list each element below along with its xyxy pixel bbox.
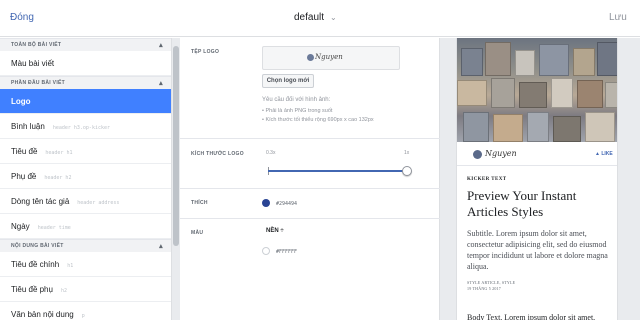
sidebar-item-label: Phụ đề: [11, 172, 37, 181]
sidebar-item-label: Màu bài viết: [11, 59, 55, 68]
sidebar-item-logo[interactable]: Logo: [0, 89, 171, 114]
preview-logo-bar: Nguyen ▲ LIKE: [457, 142, 617, 166]
sidebar-item-subheading[interactable]: Tiêu đề phụ h2: [0, 277, 171, 302]
sidebar: TOÀN BỘ BÀI VIẾT ▴ Màu bài viết PHẦN ĐẦU…: [0, 38, 172, 320]
preview-title: Preview Your Instant Articles Styles: [467, 188, 577, 219]
chevron-up-icon: ▴: [159, 80, 163, 87]
tint-label: THÍCH: [191, 200, 208, 206]
sidebar-item-selector: h1: [67, 263, 74, 269]
sidebar-item-date[interactable]: Ngày header time: [0, 214, 171, 239]
logo-file-label: TỆP LOGO: [191, 49, 220, 55]
color-label: MÀU: [191, 230, 204, 236]
logo-size-label: KÍCH THƯỚC LOGO: [191, 151, 244, 157]
requirements-list: Phải là ảnh PNG trong suốt Kích thước tố…: [262, 108, 374, 126]
preview-date: 19 THÁNG 5 2017: [467, 286, 501, 291]
chevron-down-icon: ⌄: [330, 13, 337, 22]
tint-color-value[interactable]: #294494: [276, 201, 297, 207]
logo-signature: Nguyen: [315, 53, 343, 61]
preview-subtitle: Subtitle. Lorem ipsum dolor sit amet, co…: [467, 229, 608, 271]
logo-size-slider[interactable]: [268, 170, 408, 172]
sidebar-item-subtitle[interactable]: Phụ đề header h2: [0, 164, 171, 189]
like-button[interactable]: ▲ LIKE: [595, 151, 613, 157]
slider-max-label: 1x: [404, 150, 410, 156]
preview-body: Body Text. Lorem ipsum dolor sit amet,: [467, 313, 596, 320]
sidebar-scrollbar[interactable]: [172, 38, 180, 320]
background-color-value[interactable]: #FFFFFF: [276, 249, 297, 255]
divider: [180, 138, 440, 139]
sidebar-item-title[interactable]: Tiêu đề header h1: [0, 139, 171, 164]
background-color-swatch[interactable]: [262, 247, 270, 255]
sidebar-item-label: Tiêu đề phụ: [11, 285, 53, 294]
preview-logo: Nguyen: [485, 149, 517, 158]
background-select[interactable]: NỀN ÷: [266, 228, 284, 234]
sidebar-item-label: Văn bản nội dung: [11, 310, 74, 319]
sidebar-item-selector: p: [81, 313, 85, 319]
sidebar-item-selector: header h3.op-kicker: [52, 125, 111, 131]
section-title: NỘI DUNG BÀI VIẾT: [11, 243, 64, 249]
sidebar-item-heading[interactable]: Tiêu đề chính h1: [0, 252, 171, 277]
thumbs-up-icon: ▲: [595, 151, 600, 157]
requirement-item: Phải là ảnh PNG trong suốt: [262, 108, 374, 114]
sidebar-item-label: Dòng tên tác giả: [11, 197, 70, 206]
sidebar-item-article-color[interactable]: Màu bài viết: [0, 51, 171, 76]
section-header-article-header[interactable]: PHẦN ĐẦU BÀI VIẾT ▴: [0, 76, 171, 89]
divider: [180, 218, 440, 219]
section-title: TOÀN BỘ BÀI VIẾT: [11, 42, 62, 48]
close-button[interactable]: Đóng: [10, 12, 34, 23]
sidebar-item-body-text[interactable]: Văn bản nội dung p: [0, 302, 171, 320]
slider-handle[interactable]: [402, 166, 412, 176]
sidebar-item-selector: header address: [77, 200, 120, 206]
article-preview: Nguyen ▲ LIKE KICKER TEXT Preview Your I…: [456, 38, 618, 320]
requirement-item: Kích thước tối thiểu rộng 690px x cao 13…: [262, 117, 373, 123]
top-bar: Đóng default ⌄ Lưu: [0, 0, 640, 37]
sidebar-item-selector: header h1: [45, 150, 73, 156]
sidebar-item-label: Tiêu đề: [11, 147, 38, 156]
requirements-title: Yêu cầu đối với hình ảnh:: [262, 97, 331, 103]
logo-mark: [307, 54, 314, 61]
sidebar-item-selector: h2: [60, 288, 67, 294]
logo-image-preview: Nguyen: [262, 46, 400, 70]
sidebar-item-selector: header time: [37, 225, 71, 231]
sidebar-item-selector: header h2: [44, 175, 72, 181]
preview-kicker: KICKER TEXT: [467, 177, 507, 182]
scrollbar-thumb[interactable]: [173, 46, 179, 246]
section-title: PHẦN ĐẦU BÀI VIẾT: [11, 80, 65, 86]
like-label: LIKE: [601, 151, 613, 157]
section-header-whole-article[interactable]: TOÀN BỘ BÀI VIẾT ▴: [0, 38, 171, 51]
section-header-article-body[interactable]: NỘI DUNG BÀI VIẾT ▴: [0, 239, 171, 252]
preview-byline: STYLE ARTICLE, STYLE 19 THÁNG 5 2017: [467, 280, 515, 292]
save-button[interactable]: Lưu: [609, 12, 627, 23]
sidebar-item-label: Ngày: [11, 222, 30, 231]
chevron-up-icon: ▴: [159, 42, 163, 49]
choose-new-logo-button[interactable]: Chọn logo mới: [262, 74, 314, 88]
style-name: default: [294, 12, 325, 23]
sidebar-item-kicker[interactable]: Bình luận header h3.op-kicker: [0, 114, 171, 139]
logo-mark: [473, 150, 482, 159]
cover-photo: [457, 38, 617, 142]
sidebar-item-label: Bình luận: [11, 122, 45, 131]
editor-panel: TỆP LOGO Nguyen Chọn logo mới Yêu cầu đố…: [180, 38, 440, 320]
tint-color-swatch[interactable]: [262, 199, 270, 207]
divider: [180, 188, 440, 189]
sidebar-item-label: Tiêu đề chính: [11, 260, 60, 269]
style-selector[interactable]: default ⌄: [294, 12, 337, 23]
sidebar-item-label: Logo: [11, 97, 31, 106]
slider-min-label: 0.3x: [266, 150, 276, 156]
chevron-up-icon: ▴: [159, 243, 163, 250]
sidebar-item-byline[interactable]: Dòng tên tác giả header address: [0, 189, 171, 214]
